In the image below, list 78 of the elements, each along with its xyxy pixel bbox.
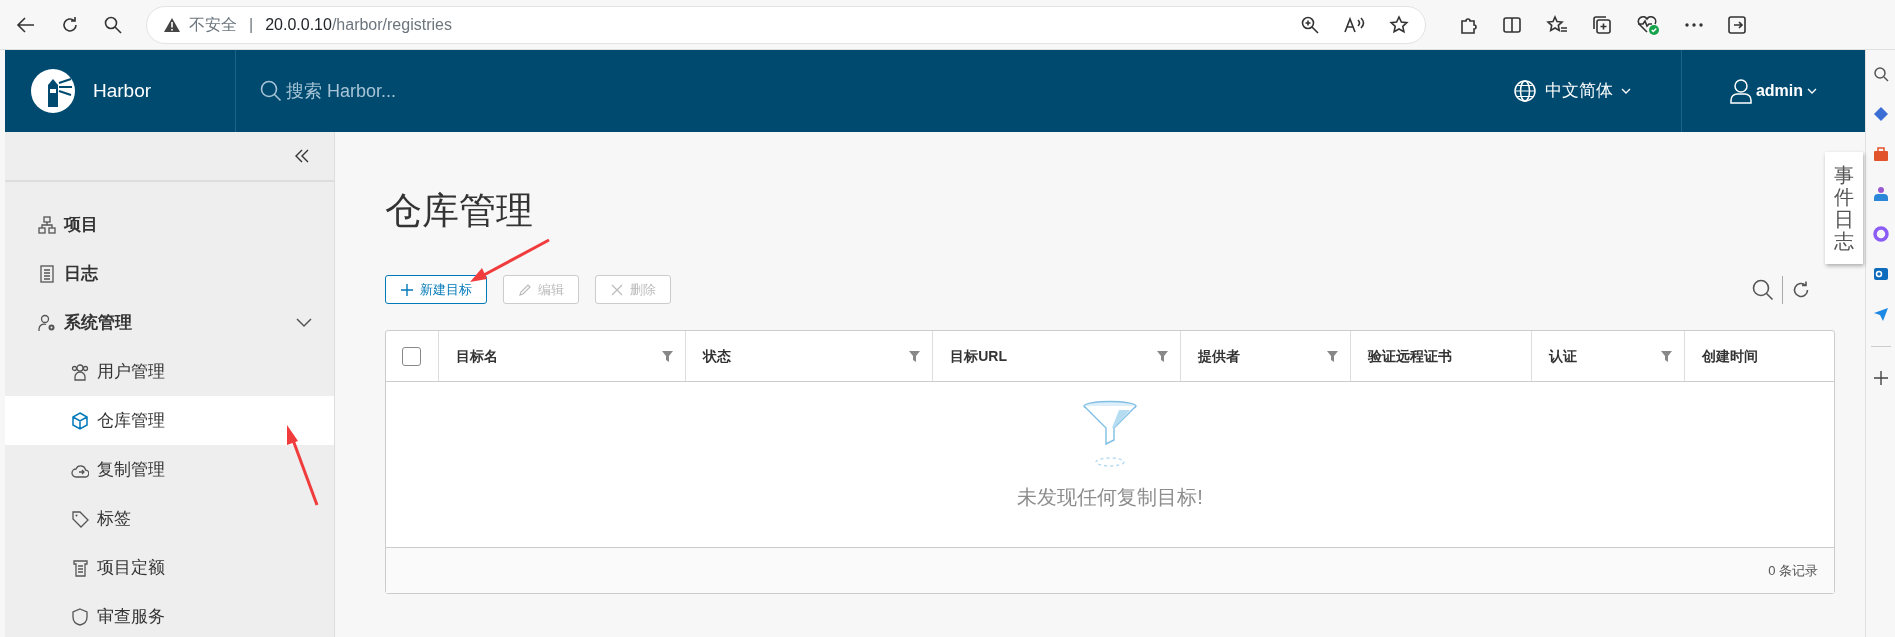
- security-label: 不安全: [189, 14, 237, 35]
- brand-name: Harbor: [93, 78, 152, 103]
- collections-icon[interactable]: [1592, 14, 1612, 35]
- filter-icon[interactable]: [1661, 350, 1673, 362]
- sidebar-item[interactable]: 标签: [5, 494, 334, 543]
- caret-icon: [1807, 88, 1817, 94]
- plus-icon: [400, 282, 414, 297]
- paper-plane-icon[interactable]: [1872, 306, 1889, 322]
- tag-icon: [71, 509, 89, 528]
- chevron-icon[interactable]: [296, 317, 312, 328]
- user-menu[interactable]: admin: [1681, 78, 1865, 104]
- filter-icon[interactable]: [909, 350, 921, 362]
- heart-pulse-icon[interactable]: [1636, 13, 1660, 36]
- select-all-checkbox[interactable]: [402, 346, 422, 366]
- sidebar-item[interactable]: 用户管理: [5, 347, 334, 396]
- globe-icon: [1512, 79, 1537, 103]
- sidebar-item[interactable]: 审查服务: [5, 592, 334, 637]
- column-header[interactable]: 状态: [702, 345, 731, 367]
- person-icon[interactable]: [1872, 186, 1889, 202]
- page-title: 仓库管理: [385, 189, 533, 233]
- shield-icon: [71, 607, 89, 626]
- sidebar-item[interactable]: 复制管理: [5, 445, 334, 494]
- search-icon[interactable]: [1752, 278, 1774, 301]
- column-header[interactable]: 目标URL: [950, 345, 1007, 367]
- column-header[interactable]: 创建时间: [1702, 345, 1759, 367]
- language-menu[interactable]: 中文简体: [1512, 50, 1682, 132]
- search-icon[interactable]: [104, 15, 122, 34]
- separator: |: [249, 14, 254, 35]
- document-icon: [38, 264, 56, 283]
- read-aloud-icon[interactable]: [1343, 15, 1365, 34]
- record-count: 0 条记录: [1768, 562, 1818, 581]
- user-icon: [1729, 78, 1752, 104]
- search-icon: [260, 80, 282, 102]
- toolbox-icon[interactable]: [1872, 146, 1889, 162]
- split-screen-icon[interactable]: [1502, 14, 1522, 35]
- star-icon[interactable]: [1389, 14, 1409, 35]
- quota-icon: [71, 558, 89, 577]
- event-log-tab[interactable]: 事件日志: [1825, 152, 1863, 264]
- diamond-icon[interactable]: [1872, 106, 1889, 122]
- empty-message: 未发现任何复制目标!: [1017, 485, 1203, 511]
- cube-icon: [71, 411, 89, 430]
- double-chevron-left-icon[interactable]: [294, 148, 310, 164]
- hierarchy-icon: [38, 215, 56, 234]
- column-header[interactable]: 提供者: [1197, 345, 1240, 367]
- lighthouse-logo-icon: [29, 67, 77, 115]
- warning-icon: [163, 16, 181, 33]
- url-text: 20.0.0.10/harbor/registries: [265, 14, 452, 35]
- column-header[interactable]: 验证远程证书: [1367, 345, 1452, 367]
- column-header[interactable]: 目标名: [455, 345, 498, 367]
- funnel-icon: [1081, 400, 1139, 469]
- sidebar-item[interactable]: 项目: [5, 200, 334, 249]
- sidebar-item[interactable]: 项目定额: [5, 543, 334, 592]
- address-bar[interactable]: 不安全 | 20.0.0.10/harbor/registries: [146, 5, 1426, 44]
- user-gear-icon: [38, 313, 56, 332]
- ring-icon[interactable]: [1872, 226, 1889, 242]
- back-icon[interactable]: [16, 14, 36, 35]
- favorites-icon[interactable]: [1546, 14, 1568, 35]
- sidebar-item[interactable]: 仓库管理: [5, 396, 334, 445]
- sidebar-item[interactable]: 日志: [5, 249, 334, 298]
- more-icon[interactable]: [1684, 21, 1704, 28]
- filter-icon[interactable]: [1326, 350, 1338, 362]
- sidebar-exit-icon[interactable]: [1728, 15, 1746, 34]
- pencil-icon: [518, 282, 532, 297]
- zoom-icon[interactable]: [1301, 15, 1319, 34]
- close-icon: [610, 282, 624, 297]
- plus-icon[interactable]: [1873, 371, 1888, 385]
- sidebar-item[interactable]: 系统管理: [5, 298, 334, 347]
- caret-icon: [1620, 88, 1631, 94]
- users-icon: [71, 362, 89, 381]
- refresh-icon[interactable]: [60, 14, 80, 35]
- column-header[interactable]: 认证: [1549, 345, 1578, 367]
- mail-icon[interactable]: [1872, 266, 1889, 282]
- search-icon[interactable]: [1872, 66, 1889, 82]
- refresh-icon[interactable]: [1791, 279, 1811, 300]
- filter-icon[interactable]: [1156, 350, 1168, 362]
- filter-icon[interactable]: [661, 350, 673, 362]
- toolbar-button[interactable]: 新建目标: [385, 275, 487, 305]
- search-placeholder: 搜索 Harbor...: [286, 79, 397, 103]
